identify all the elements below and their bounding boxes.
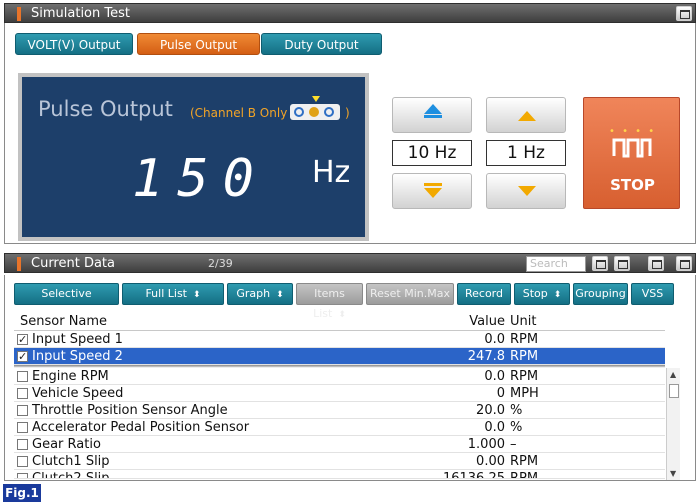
tab-volt-output[interactable]: VOLT(V) Output bbox=[15, 33, 133, 55]
grouping-button[interactable]: Grouping bbox=[573, 283, 628, 305]
scroll-thumb[interactable] bbox=[669, 384, 679, 398]
table-row[interactable]: Engine RPM 0.0 RPM bbox=[14, 368, 665, 385]
fine-down-button[interactable] bbox=[486, 173, 566, 209]
table-row[interactable]: Clutch1 Slip 0.00 RPM bbox=[14, 453, 665, 470]
fine-step-value: 1 Hz bbox=[486, 140, 566, 166]
table-row[interactable]: Vehicle Speed 0 MPH bbox=[14, 385, 665, 402]
item-count: 2/39 bbox=[208, 257, 233, 270]
selective-display-button[interactable]: Selective Display ⬍ bbox=[14, 283, 119, 320]
up-icon bbox=[518, 111, 536, 121]
column-sensor-name: Sensor Name bbox=[20, 314, 108, 329]
row-checkbox[interactable] bbox=[17, 422, 28, 433]
table-row-partial[interactable]: Clutch2 Slip 16136.25 RPM bbox=[14, 470, 665, 479]
table-row[interactable]: Gear Ratio 1.000– bbox=[14, 436, 665, 453]
search-input[interactable]: Search bbox=[526, 256, 586, 272]
double-up-icon bbox=[424, 104, 442, 114]
simulation-test-header: Simulation Test bbox=[4, 3, 696, 23]
row-checkbox[interactable] bbox=[17, 456, 28, 467]
table-scrollbar[interactable]: ▲ ▼ bbox=[666, 368, 680, 480]
table-row-pinned-selected[interactable]: Input Speed 2 247.8 RPM bbox=[14, 348, 665, 365]
column-unit: Unit bbox=[510, 314, 537, 329]
vss-button[interactable]: VSS bbox=[631, 283, 674, 305]
current-data-title: Current Data bbox=[31, 256, 115, 271]
full-list-button[interactable]: Full List ⬍ bbox=[122, 283, 224, 305]
row-checkbox[interactable] bbox=[17, 331, 28, 348]
double-down-icon bbox=[424, 188, 442, 198]
simulation-title: Simulation Test bbox=[31, 6, 130, 21]
row-checkbox[interactable] bbox=[17, 405, 28, 416]
sensor-table: Sensor Name Value Unit Input Speed 1 0.0… bbox=[14, 313, 665, 479]
header-accent bbox=[17, 7, 21, 21]
column-value: Value bbox=[469, 314, 505, 329]
current-data-panel: Selective Display ⬍ Full List ⬍ Graph ⬍ Ite… bbox=[4, 275, 696, 481]
items-list-button: Items List ⬍ bbox=[296, 283, 363, 320]
row-checkbox[interactable] bbox=[17, 371, 28, 382]
settings-icon[interactable] bbox=[648, 256, 664, 271]
row-checkbox[interactable] bbox=[17, 439, 28, 450]
scroll-up-icon[interactable]: ▲ bbox=[670, 370, 676, 379]
maximize-icon[interactable] bbox=[676, 6, 692, 21]
app-root: Simulation Test VOLT(V) Output Pulse Out… bbox=[0, 0, 700, 503]
channel-indicator-icon bbox=[312, 96, 320, 102]
simulation-panel: VOLT(V) Output Pulse Output Duty Output … bbox=[4, 23, 696, 244]
table-header: Sensor Name Value Unit bbox=[14, 313, 665, 331]
display-title: Pulse Output bbox=[38, 97, 173, 121]
down-icon bbox=[518, 186, 536, 196]
coarse-step-value: 10 Hz bbox=[392, 140, 472, 166]
row-checkbox[interactable] bbox=[17, 473, 28, 478]
current-data-header: Current Data 2/39 Search bbox=[4, 253, 696, 273]
display-note-close: ) bbox=[345, 106, 350, 120]
table-row[interactable]: Accelerator Pedal Position Sensor 0.0% bbox=[14, 419, 665, 436]
reset-min-max-button: Reset Min.Max bbox=[366, 283, 454, 305]
stop-data-button[interactable]: Stop ⬍ bbox=[514, 283, 570, 305]
row-checkbox[interactable] bbox=[17, 388, 28, 399]
row-checkbox[interactable] bbox=[17, 348, 28, 365]
figure-label: Fig.1 bbox=[3, 484, 41, 502]
search-icon[interactable] bbox=[592, 256, 608, 271]
pulse-output-display: Pulse Output (Channel B Only ) 150 Hz bbox=[18, 73, 369, 241]
tab-pulse-output[interactable]: Pulse Output bbox=[137, 33, 260, 55]
header-accent bbox=[17, 257, 21, 271]
list-view-icon[interactable] bbox=[614, 256, 630, 271]
coarse-up-button[interactable] bbox=[392, 97, 472, 133]
table-row[interactable]: Throttle Position Sensor Angle 20.0% bbox=[14, 402, 665, 419]
pulse-wave-icon bbox=[612, 138, 652, 158]
channel-connector-icon bbox=[290, 104, 340, 120]
stop-button[interactable]: • • • • STOP bbox=[583, 97, 680, 209]
output-value: 150 bbox=[132, 149, 268, 209]
fine-up-button[interactable] bbox=[486, 97, 566, 133]
record-button[interactable]: Record bbox=[457, 283, 511, 305]
table-row-pinned[interactable]: Input Speed 1 0.0 RPM bbox=[14, 331, 665, 348]
display-note: (Channel B Only bbox=[190, 106, 288, 120]
tab-duty-output[interactable]: Duty Output bbox=[261, 33, 382, 55]
output-unit: Hz bbox=[312, 155, 351, 190]
scroll-down-icon[interactable]: ▼ bbox=[670, 469, 676, 478]
stop-label: STOP bbox=[610, 176, 655, 194]
graph-button[interactable]: Graph ⬍ bbox=[227, 283, 293, 305]
coarse-down-button[interactable] bbox=[392, 173, 472, 209]
maximize-icon[interactable] bbox=[676, 256, 692, 271]
